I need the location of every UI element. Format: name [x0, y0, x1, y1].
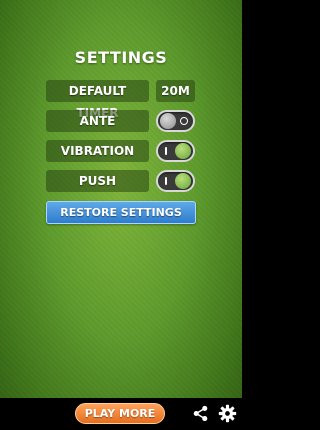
default-timer-label: DEFAULT TIMER [46, 80, 149, 120]
vibration-toggle[interactable] [156, 140, 195, 162]
gear-icon[interactable] [218, 404, 237, 423]
on-indicator-icon [165, 147, 167, 155]
push-toggle-knob [175, 173, 191, 189]
restore-settings-button[interactable]: RESTORE SETTINGS [46, 201, 196, 224]
share-icon[interactable] [192, 405, 209, 422]
bottom-bar: PLAY MORE [0, 398, 242, 430]
ante-toggle[interactable] [156, 110, 195, 132]
settings-screen: SETTINGS DEFAULT TIMER 20m ANTE VIBRATIO… [0, 0, 242, 430]
play-more-button[interactable]: PLAY MORE [75, 403, 165, 424]
off-indicator-icon [180, 117, 188, 125]
on-indicator-icon [165, 177, 167, 185]
ante-label: ANTE [46, 110, 149, 132]
vibration-label: VIBRATION [46, 140, 149, 162]
vibration-toggle-knob [175, 143, 191, 159]
default-timer-value[interactable]: 20m [156, 80, 195, 102]
push-toggle[interactable] [156, 170, 195, 192]
push-label: PUSH [46, 170, 149, 192]
page-title: SETTINGS [74, 48, 168, 67]
ante-toggle-knob [160, 113, 176, 129]
